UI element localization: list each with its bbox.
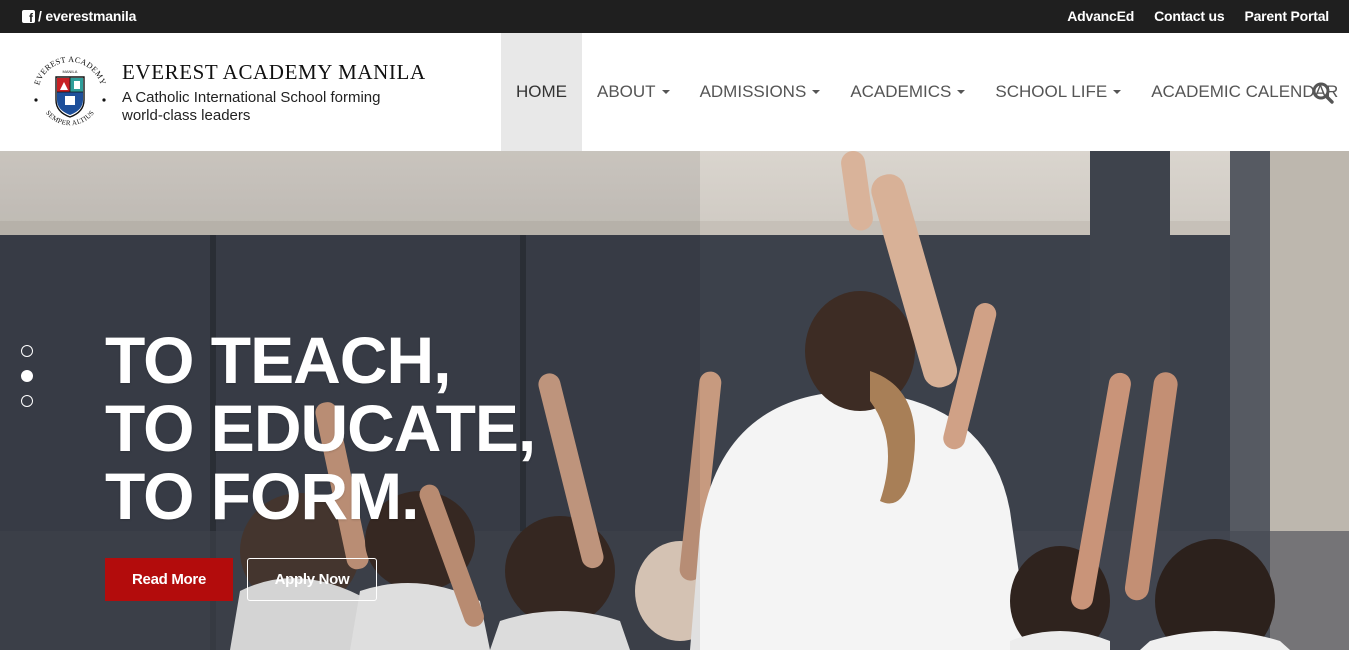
nav-school-life[interactable]: SCHOOL LIFE: [980, 33, 1136, 151]
brand[interactable]: EVEREST ACADEMY MANILA A Catholic Intern…: [122, 60, 426, 125]
nav-about[interactable]: ABOUT: [582, 33, 685, 151]
nav-admissions[interactable]: ADMISSIONS: [685, 33, 836, 151]
school-seal-logo[interactable]: EVEREST ACADEMY SEMPER ALTIUS MANILA: [30, 50, 110, 134]
nav-home[interactable]: HOME: [501, 33, 582, 151]
nav-label: ACADEMICS: [850, 82, 952, 101]
slider-dots: [21, 345, 33, 420]
read-more-button[interactable]: Read More: [105, 558, 233, 601]
search-icon[interactable]: [1311, 81, 1335, 105]
nav-label: ADMISSIONS: [699, 82, 807, 101]
nav-label: ABOUT: [597, 82, 656, 101]
caret-down-icon: [957, 90, 966, 94]
caret-down-icon: [812, 90, 821, 94]
hero-headline: TO TEACH, TO EDUCATE, TO FORM.: [105, 323, 536, 533]
slider-dot[interactable]: [21, 345, 33, 357]
nav-label: HOME: [516, 82, 567, 101]
caret-down-icon: [1113, 90, 1122, 94]
slider-dot[interactable]: [21, 395, 33, 407]
advanced-link[interactable]: AdvancEd: [1067, 8, 1134, 24]
parent-portal-link[interactable]: Parent Portal: [1244, 8, 1329, 24]
school-name: EVEREST ACADEMY MANILA: [122, 60, 426, 84]
main-nav: HOME ABOUT ADMISSIONS ACADEMICS SCHOOL L…: [501, 33, 1349, 151]
contact-us-link[interactable]: Contact us: [1154, 8, 1225, 24]
facebook-icon: f: [22, 9, 35, 24]
nav-academics[interactable]: ACADEMICS: [835, 33, 980, 151]
svg-text:MANILA: MANILA: [63, 69, 78, 74]
hero-slider: TO TEACH, TO EDUCATE, TO FORM. Read More…: [0, 151, 1349, 650]
apply-now-button[interactable]: Apply Now: [247, 558, 377, 601]
school-tagline: A Catholic International School forming …: [122, 89, 381, 124]
facebook-link[interactable]: f / everestmanila: [22, 8, 136, 24]
caret-down-icon: [661, 90, 670, 94]
facebook-handle: / everestmanila: [38, 8, 137, 24]
slider-dot-active[interactable]: [21, 370, 33, 382]
top-links: AdvancEd Contact us Parent Portal: [1067, 8, 1329, 24]
top-bar: f / everestmanila AdvancEd Contact us Pa…: [0, 0, 1349, 33]
nav-label: SCHOOL LIFE: [995, 82, 1108, 101]
site-header: EVEREST ACADEMY SEMPER ALTIUS MANILA EVE…: [0, 33, 1349, 151]
